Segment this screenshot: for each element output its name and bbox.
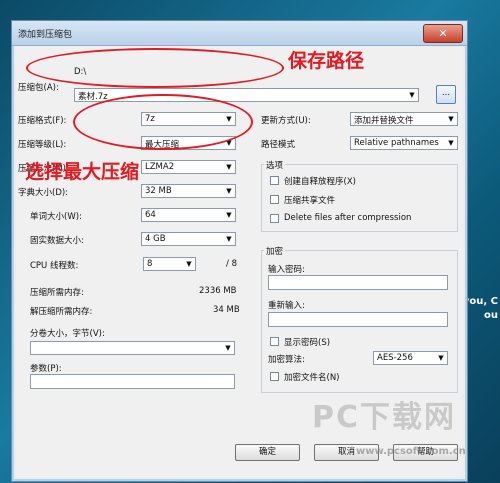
cpu-label: CPU 线程数:: [30, 261, 79, 271]
update-value: 添加并替换文件: [354, 116, 414, 126]
format-label: 压缩格式(F):: [18, 116, 67, 126]
ok-button[interactable]: 确定: [235, 444, 300, 461]
solid-select[interactable]: 4 GB ▼: [141, 232, 236, 246]
enc-method-select[interactable]: AES-256 ▼: [373, 351, 448, 365]
delete-files-checkbox[interactable]: [270, 214, 279, 223]
mem-comp-value: 2336 MB: [199, 286, 237, 296]
delete-files-label: Delete files after compression: [284, 213, 412, 223]
encrypt-names-label: 加密文件名(N): [284, 373, 340, 383]
reenter-label: 重新输入:: [268, 301, 305, 311]
watermark-url: www.pcsoft.com.cn: [356, 446, 466, 457]
password-input[interactable]: [268, 275, 448, 290]
params-label: 参数(P):: [30, 364, 62, 374]
level-label: 压缩等级(L):: [18, 140, 67, 150]
dict-select[interactable]: 32 MB ▼: [141, 184, 236, 198]
update-label: 更新方式(U):: [261, 116, 311, 126]
method-value: LZMA2: [145, 162, 175, 172]
show-password-label: 显示密码(S): [284, 338, 331, 348]
options-title: 选项: [264, 159, 286, 171]
sfx-checkbox[interactable]: [270, 176, 279, 185]
annotation-ellipse-level: [73, 94, 253, 150]
chevron-down-icon: ▼: [186, 260, 192, 268]
volume-label: 分卷大小，字节(V):: [30, 329, 105, 339]
path-mode-label: 路径模式: [261, 140, 296, 150]
path-mode-value: Relative pathnames: [354, 138, 439, 148]
browse-button[interactable]: ...: [436, 85, 456, 104]
dict-value: 32 MB: [145, 186, 172, 196]
encrypt-names-checkbox[interactable]: [270, 372, 279, 381]
shared-checkbox[interactable]: [270, 195, 279, 204]
mem-decomp-label: 解压缩所需内存:: [30, 307, 93, 317]
update-select[interactable]: 添加并替换文件 ▼: [350, 112, 458, 126]
shared-label: 压缩共享文件: [284, 196, 336, 206]
enc-method-value: AES-256: [377, 353, 413, 363]
mem-decomp-value: 34 MB: [213, 305, 240, 315]
params-input[interactable]: [30, 374, 235, 389]
chevron-down-icon: ▼: [225, 344, 231, 352]
word-select[interactable]: 64 ▼: [141, 208, 236, 222]
chevron-down-icon: ▼: [226, 163, 232, 171]
window-title: 添加到压缩包: [18, 30, 73, 40]
chevron-down-icon: ▼: [226, 211, 232, 219]
annotation-ellipse-path: [26, 48, 284, 88]
method-select[interactable]: LZMA2 ▼: [141, 160, 236, 174]
show-password-checkbox[interactable]: [270, 337, 279, 346]
chevron-down-icon: ▼: [226, 187, 232, 195]
reenter-password-input[interactable]: [268, 312, 448, 327]
solid-label: 固实数据大小:: [30, 236, 84, 246]
archive-label: 压缩包(A):: [18, 83, 59, 93]
volume-select[interactable]: ▼: [30, 341, 235, 355]
password-label: 输入密码:: [268, 265, 305, 275]
solid-value: 4 GB: [145, 234, 166, 244]
sfx-label: 创建自释放程序(X): [284, 177, 356, 187]
desktop-text: ou: [484, 310, 498, 321]
path-mode-select[interactable]: Relative pathnames ▼: [350, 136, 458, 150]
cpu-value: 8: [147, 259, 153, 269]
title-bar: 添加到压缩包 ✕: [12, 21, 467, 46]
annotation-save-path: 保存路径: [288, 50, 365, 72]
watermark-logo: PC下载网: [312, 400, 457, 435]
chevron-down-icon: ▼: [409, 91, 415, 99]
word-label: 单词大小(W):: [30, 212, 82, 222]
chevron-down-icon: ▼: [448, 139, 454, 147]
cpu-select[interactable]: 8 ▼: [143, 257, 196, 271]
encryption-group: 加密 输入密码: 重新输入: 显示密码(S) 加密算法: AES-256 ▼ 加…: [261, 245, 458, 393]
chevron-down-icon: ▼: [448, 115, 454, 123]
chevron-down-icon: ▼: [438, 354, 444, 362]
dict-label: 字典大小(D):: [18, 188, 69, 198]
options-group: 选项 创建自释放程序(X) 压缩共享文件 Delete files after …: [261, 159, 458, 232]
word-value: 64: [145, 210, 156, 220]
enc-method-label: 加密算法:: [268, 355, 305, 365]
cpu-total: / 8: [226, 259, 237, 269]
annotation-max-compress: 选择最大压缩: [25, 161, 140, 183]
encryption-title: 加密: [264, 245, 286, 257]
mem-comp-label: 压缩所需内存:: [30, 288, 84, 298]
close-button[interactable]: ✕: [423, 24, 463, 43]
chevron-down-icon: ▼: [226, 235, 232, 243]
